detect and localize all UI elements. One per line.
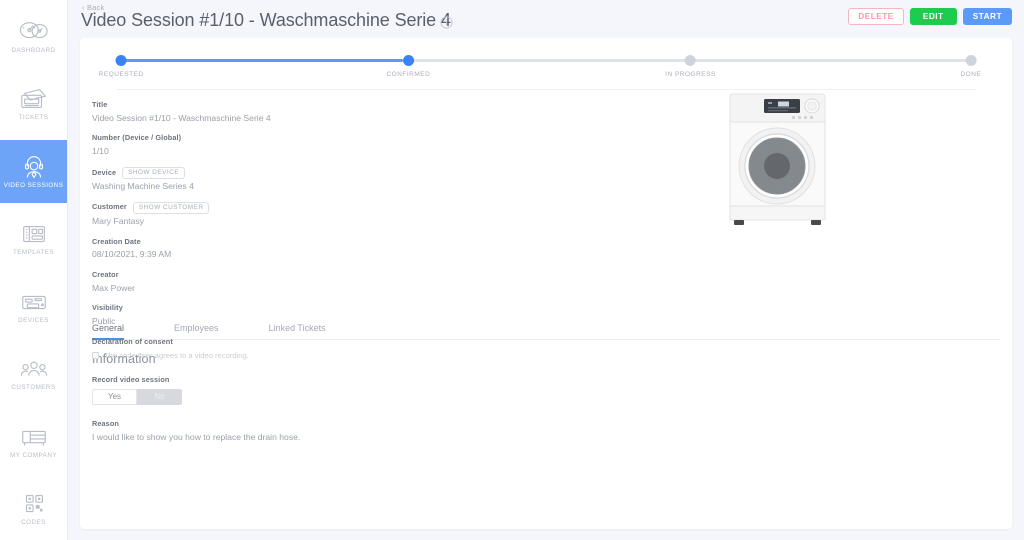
sidebar-item-codes[interactable]: CODES <box>0 478 67 540</box>
consent-row: The code user agrees to a video recordin… <box>92 351 1012 360</box>
field-customer: Customer SHOW CUSTOMER Mary Fantasy <box>92 201 1012 228</box>
edit-button[interactable]: EDIT <box>909 8 957 25</box>
field-visibility: Visibility Public <box>92 303 1012 327</box>
field-device: Device SHOW DEVICE Washing Machine Serie… <box>92 166 1012 193</box>
stepper-step-done[interactable]: DONE <box>960 48 981 78</box>
field-label: Reason <box>92 418 119 428</box>
header-actions: DELETE EDIT START <box>848 8 1012 25</box>
show-device-button[interactable]: SHOW DEVICE <box>122 166 186 180</box>
record-video-session-group: Record video session Yes No <box>92 375 1000 405</box>
sidebar-item-label: DEVICES <box>18 316 49 324</box>
session-card: REQUESTED CONFIRMED IN PROGRESS DONE Tit… <box>80 38 1012 529</box>
field-label: Creator <box>92 269 119 279</box>
field-value: Video Session #1/10 - Waschmaschine Seri… <box>92 112 271 123</box>
sidebar-item-label: CODES <box>21 519 46 527</box>
status-stepper: REQUESTED CONFIRMED IN PROGRESS DONE <box>99 48 981 90</box>
stepper-label: IN PROGRESS <box>665 71 716 78</box>
start-button[interactable]: START <box>962 8 1012 25</box>
sidebar-item-label: CUSTOMERS <box>11 384 56 392</box>
customers-group-icon <box>19 356 49 382</box>
field-value: Mary Fantasy <box>92 216 145 227</box>
delete-button[interactable]: DELETE <box>848 8 904 25</box>
field-reason: Reason I would like to show you how to r… <box>92 419 1000 443</box>
field-label-row: Customer SHOW CUSTOMER <box>92 201 1012 215</box>
consent-label: The code user agrees to a video recordin… <box>104 350 249 360</box>
field-value: Public <box>92 316 116 327</box>
field-label: Customer <box>92 202 127 212</box>
field-value: Max Power <box>92 282 135 293</box>
record-video-session-label: Record video session <box>92 375 170 384</box>
field-value: I would like to show you how to replace … <box>92 431 301 442</box>
sidebar-item-my-company[interactable]: MY COMPANY <box>0 410 67 472</box>
stepper-label: DONE <box>960 71 982 78</box>
app-root: DASHBOARD TICKETS VIDEO SESSIONS TEMPLAT… <box>0 0 1024 540</box>
sidebar-item-label: TEMPLATES <box>12 249 55 257</box>
stepper-dot <box>684 55 696 66</box>
consent-checkbox <box>92 351 99 359</box>
templates-grid-icon <box>19 221 49 247</box>
field-declaration-of-consent: Declaration of consent The code user agr… <box>92 337 1012 360</box>
sidebar-item-customers[interactable]: CUSTOMERS <box>0 343 67 405</box>
field-title: Title Video Session #1/10 - Waschmaschin… <box>92 100 1012 124</box>
record-video-session-toggle: Yes No <box>92 388 1000 405</box>
toggle-option-no[interactable]: No <box>137 388 182 405</box>
field-creation-date: Creation Date 08/10/2021, 9:39 AM <box>92 237 1012 261</box>
stepper-step-in-progress[interactable]: IN PROGRESS <box>665 48 716 78</box>
sidebar: DASHBOARD TICKETS VIDEO SESSIONS TEMPLAT… <box>0 0 68 540</box>
field-creator: Creator Max Power <box>92 270 1012 294</box>
sidebar-item-devices[interactable]: DEVICES <box>0 275 67 337</box>
sidebar-item-label: TICKETS <box>18 114 49 122</box>
device-printer-icon <box>19 289 49 315</box>
main-area: ‹ Back Video Session #1/10 - Waschmaschi… <box>68 0 1024 540</box>
stepper-dot <box>965 55 977 66</box>
field-value: Washing Machine Series 4 <box>92 181 194 192</box>
headset-agent-icon <box>19 154 49 180</box>
toggle-option-yes[interactable]: Yes <box>92 388 137 405</box>
field-number: Number (Device / Global) 1/10 <box>92 133 1012 157</box>
sidebar-item-label: VIDEO SESSIONS <box>3 181 64 189</box>
field-label: Number (Device / Global) <box>92 133 182 143</box>
stepper-dot <box>115 55 127 66</box>
field-label: Device <box>92 167 117 177</box>
field-label: Title <box>92 100 108 109</box>
dashboard-gauge-icon <box>19 19 49 45</box>
sidebar-item-label: MY COMPANY <box>10 451 57 459</box>
codes-qr-icon <box>19 491 49 517</box>
washing-machine-image <box>720 90 835 230</box>
info-circle-icon[interactable] <box>440 16 453 29</box>
sidebar-item-tickets[interactable]: TICKETS <box>0 73 67 135</box>
sidebar-item-templates[interactable]: TEMPLATES <box>0 208 67 270</box>
stepper-step-requested[interactable]: REQUESTED <box>99 48 144 78</box>
sidebar-item-dashboard[interactable]: DASHBOARD <box>0 5 67 67</box>
field-label: Creation Date <box>92 236 141 246</box>
field-label-row: Device SHOW DEVICE <box>92 166 1012 180</box>
tickets-icon <box>19 86 49 112</box>
company-desk-icon <box>19 424 49 450</box>
page-title: Video Session #1/10 - Waschmaschine Seri… <box>81 10 451 30</box>
field-label: Visibility <box>92 303 123 313</box>
stepper-track-fill <box>116 59 403 62</box>
stepper-step-confirmed[interactable]: CONFIRMED <box>386 48 430 78</box>
session-details: Title Video Session #1/10 - Waschmaschin… <box>80 90 1012 360</box>
stepper-dot <box>402 55 414 66</box>
stepper-label: REQUESTED <box>98 71 144 78</box>
show-customer-button[interactable]: SHOW CUSTOMER <box>132 201 210 215</box>
sidebar-item-video-sessions[interactable]: VIDEO SESSIONS <box>0 140 67 203</box>
sidebar-item-label: DASHBOARD <box>11 46 56 54</box>
stepper-label: CONFIRMED <box>386 71 431 78</box>
field-label: Declaration of consent <box>92 336 173 346</box>
field-value: 1/10 <box>92 146 109 157</box>
field-value: 08/10/2021, 9:39 AM <box>92 249 172 260</box>
top-bar: ‹ Back Video Session #1/10 - Waschmaschi… <box>68 0 1024 40</box>
